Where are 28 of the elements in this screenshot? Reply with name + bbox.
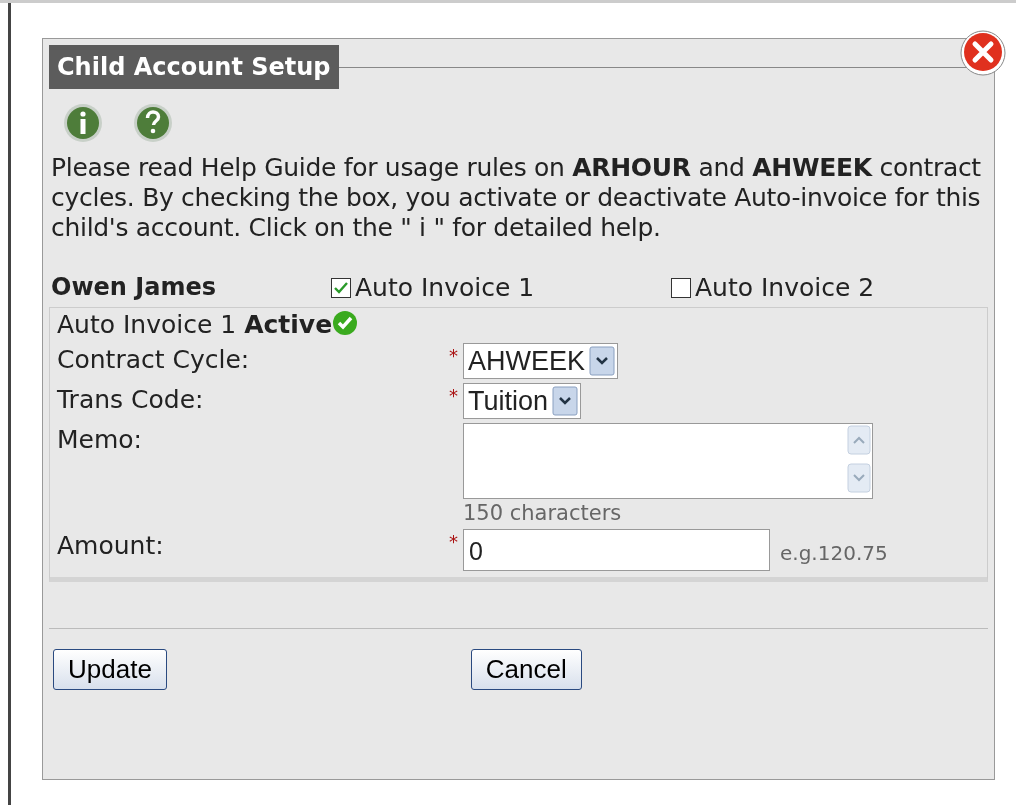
field-label: Memo:	[57, 424, 143, 454]
update-button[interactable]: Update	[53, 649, 167, 690]
required-asterisk: *	[449, 344, 458, 366]
checkbox[interactable]	[671, 277, 691, 298]
amount-field[interactable]: 0	[463, 529, 770, 571]
info-icon[interactable]	[63, 103, 103, 143]
required-asterisk: *	[449, 384, 458, 406]
cancel-button[interactable]: Cancel	[470, 649, 582, 690]
field-hint: e.g.120.75	[780, 540, 888, 567]
field-label: Trans Code:	[57, 384, 204, 414]
field-label: Contract Cycle:	[57, 344, 250, 374]
status-text: Auto Invoice 1 Active	[57, 310, 333, 339]
close-icon[interactable]	[958, 27, 1008, 77]
field-hint: 150 characters	[463, 501, 623, 525]
checkbox[interactable]	[331, 277, 351, 298]
dropdown[interactable]: AHWEEK	[463, 343, 619, 379]
checkbox-label[interactable]: Auto Invoice 1	[355, 272, 535, 302]
help-icon[interactable]	[133, 103, 173, 143]
field-label: Amount:	[57, 530, 164, 560]
child-name: Owen James	[50, 273, 217, 301]
dropdown[interactable]: Tuition	[463, 383, 582, 419]
dialog-title: Child Account Setup	[49, 45, 339, 89]
memo-field[interactable]	[463, 423, 873, 499]
required-asterisk: *	[449, 530, 458, 552]
help-text: Please read Help Guide for usage rules on ARHOUR and AHWEEK contract cycles. By checking the box, you activate or deactivate Auto-invoice for this child's account. Click on the " i " for detailed help.	[51, 153, 982, 243]
checkbox-label[interactable]: Auto Invoice 2	[695, 272, 875, 302]
check-icon	[332, 310, 359, 336]
scrollbar-icon	[846, 424, 872, 496]
